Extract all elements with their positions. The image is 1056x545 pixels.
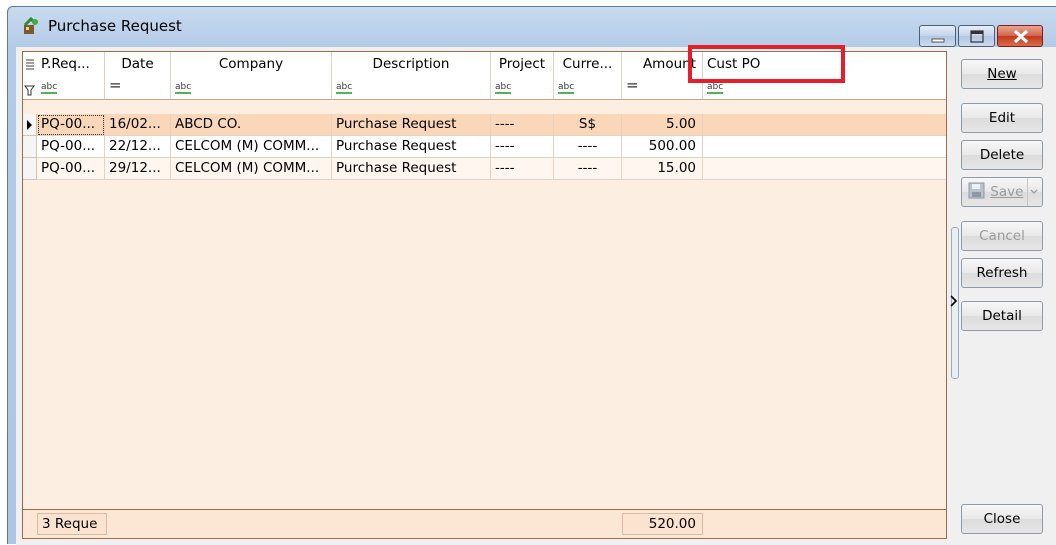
title-bar[interactable]: Purchase Request [8, 7, 1056, 47]
row-indicator [23, 136, 37, 158]
table-row[interactable]: PQ-00... 29/12... CELCOM (M) COMM... Pur… [23, 158, 946, 180]
refresh-button-label: Refresh [976, 265, 1028, 281]
purchase-request-window: Purchase Request P.Req... Date Company D… [7, 6, 1056, 545]
current-row-indicator-icon [23, 114, 37, 136]
detail-button-label: Detail [982, 308, 1022, 324]
delete-button[interactable]: Delete [961, 140, 1043, 170]
filter-text-icon: abc [336, 82, 353, 94]
cell-currency[interactable]: S$ [554, 114, 622, 136]
highlight-annotation-box [688, 45, 845, 83]
column-header-description[interactable]: Description [332, 52, 491, 77]
save-icon [968, 182, 985, 199]
cell-amount[interactable]: 5.00 [622, 114, 703, 136]
cell-project[interactable]: ---- [491, 158, 554, 180]
column-header-currency[interactable]: Curre... [554, 52, 622, 77]
cell-cust-po[interactable] [703, 114, 946, 136]
table-row[interactable]: PQ-00... 16/02... ABCD CO. Purchase Requ… [23, 114, 946, 136]
cell-cust-po[interactable] [703, 158, 946, 180]
filter-text-icon: abc [175, 82, 192, 94]
column-header-preq[interactable]: P.Req... [37, 52, 105, 77]
record-count: 3 Reque [37, 513, 107, 535]
purchase-request-app-icon [23, 17, 38, 34]
minimize-icon [931, 38, 945, 43]
detail-button[interactable]: Detail [961, 301, 1043, 331]
cancel-button-label: Cancel [979, 228, 1025, 244]
close-window-button[interactable] [997, 25, 1043, 47]
minimize-button[interactable] [919, 25, 956, 47]
delete-button-label: Delete [979, 147, 1025, 163]
refresh-button[interactable]: Refresh [961, 258, 1043, 288]
filter-description[interactable]: abc [332, 77, 491, 99]
cell-description[interactable]: Purchase Request [332, 114, 491, 136]
filter-text-icon: abc [707, 82, 724, 94]
cancel-button[interactable]: Cancel [961, 221, 1043, 251]
maximize-button[interactable] [958, 25, 995, 47]
amount-total: 520.00 [622, 513, 703, 535]
purchase-request-grid[interactable]: P.Req... Date Company Description Projec… [22, 51, 947, 539]
new-button[interactable]: New [961, 59, 1043, 89]
cell-currency[interactable]: ---- [554, 136, 622, 158]
filter-currency[interactable]: abc [554, 77, 622, 99]
close-icon [1013, 29, 1029, 44]
edit-button-label: Edit [988, 110, 1016, 126]
cell-company[interactable]: CELCOM (M) COMM... [171, 158, 332, 180]
column-chooser-icon[interactable] [23, 52, 37, 77]
save-button[interactable]: Save [961, 177, 1043, 207]
cell-cust-po[interactable] [703, 136, 946, 158]
chevron-down-icon[interactable] [1027, 178, 1040, 206]
column-header-company[interactable]: Company [171, 52, 332, 77]
edit-button[interactable]: Edit [961, 103, 1043, 133]
close-button-label: Close [983, 511, 1021, 527]
cell-project[interactable]: ---- [491, 114, 554, 136]
cell-company[interactable]: CELCOM (M) COMM... [171, 136, 332, 158]
table-row[interactable]: PQ-00... 22/12... CELCOM (M) COMM... Pur… [23, 136, 946, 158]
cell-description[interactable]: Purchase Request [332, 158, 491, 180]
cell-currency[interactable]: ---- [554, 158, 622, 180]
filter-company[interactable]: abc [171, 77, 332, 99]
save-button-label: Save [990, 184, 1024, 200]
column-header-date[interactable]: Date [105, 52, 171, 77]
close-button[interactable]: Close [961, 504, 1043, 534]
cell-preq[interactable]: PQ-00... [37, 114, 105, 136]
filter-text-icon: abc [558, 82, 575, 94]
filter-project[interactable]: abc [491, 77, 554, 99]
new-button-label: New [987, 66, 1017, 82]
filter-icon[interactable] [23, 77, 37, 99]
column-header-project[interactable]: Project [491, 52, 554, 77]
filter-text-icon: abc [495, 82, 512, 94]
cell-project[interactable]: ---- [491, 136, 554, 158]
cell-date[interactable]: 16/02... [105, 114, 171, 136]
filter-preq[interactable]: abc [37, 77, 105, 99]
cell-date[interactable]: 29/12... [105, 158, 171, 180]
grid-footer: 3 Reque 520.00 [23, 509, 946, 538]
filter-text-icon: abc [41, 82, 58, 94]
window-title: Purchase Request [48, 17, 182, 35]
cell-description[interactable]: Purchase Request [332, 136, 491, 158]
cell-amount[interactable]: 15.00 [622, 158, 703, 180]
cell-date[interactable]: 22/12... [105, 136, 171, 158]
cell-company[interactable]: ABCD CO. [171, 114, 332, 136]
chevron-right-icon[interactable] [950, 295, 958, 310]
cell-preq[interactable]: PQ-00... [37, 158, 105, 180]
cell-preq[interactable]: PQ-00... [37, 136, 105, 158]
maximize-icon [970, 30, 984, 43]
cell-amount[interactable]: 500.00 [622, 136, 703, 158]
row-indicator [23, 158, 37, 180]
client-area: P.Req... Date Company Description Projec… [16, 47, 1056, 545]
filter-date[interactable]: = [105, 77, 171, 99]
